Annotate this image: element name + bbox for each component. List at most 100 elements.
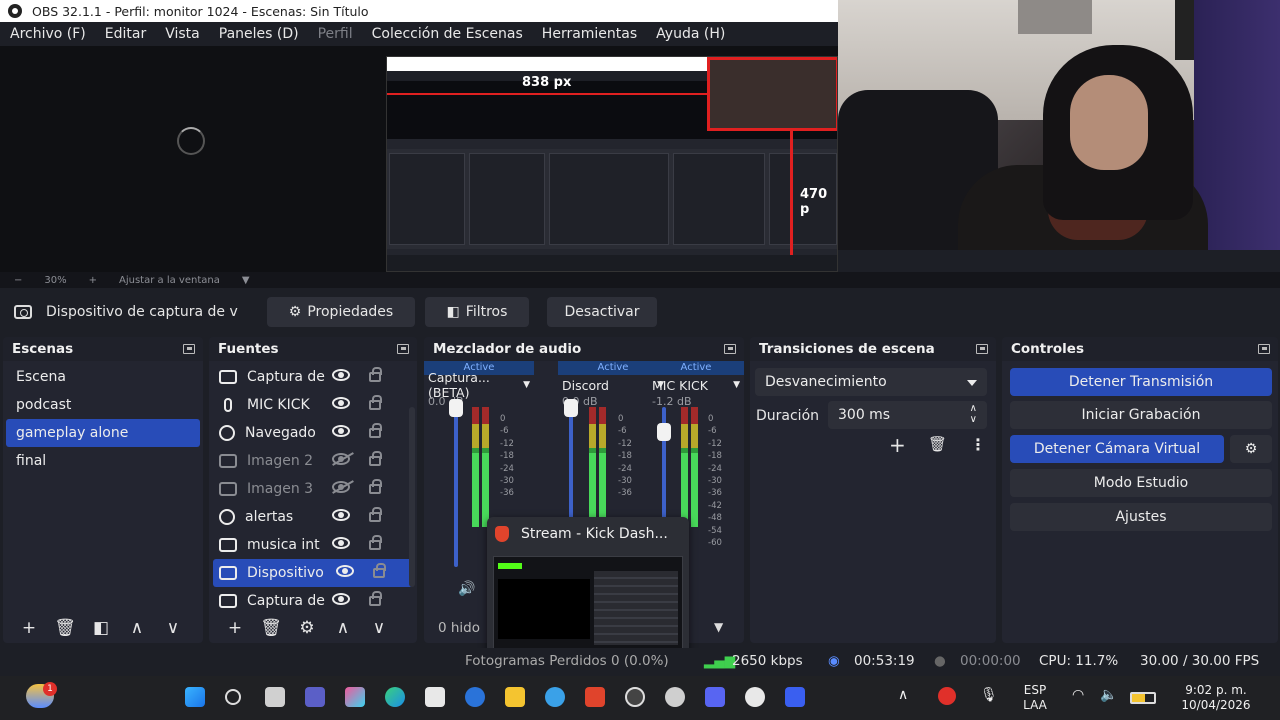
preview-canvas[interactable]: 838 px 470 p [0,46,838,272]
wifi-icon[interactable]: ◠ [1072,688,1084,703]
virtual-camera-settings-button[interactable]: ⚙ [1230,435,1272,463]
microphone-icon[interactable]: 🎙 [980,688,998,703]
transition-type-select[interactable]: Desvanecimiento [755,368,987,396]
add-transition-icon[interactable]: + [889,433,906,457]
channel-name-select[interactable]: Captura... (BETA) ▼ [424,370,534,400]
eye-hidden-icon[interactable] [332,481,350,493]
source-item[interactable]: Imagen 2 [209,447,417,475]
eye-icon[interactable] [332,509,350,521]
scene-item[interactable]: podcast [3,391,203,419]
eye-hidden-icon[interactable] [332,453,350,465]
volume-fader-knob[interactable] [564,399,578,417]
zoom-in-button[interactable]: + [89,275,97,286]
volume-fader-knob[interactable] [657,423,671,441]
undock-icon[interactable] [1258,344,1270,354]
lock-icon[interactable] [369,451,382,466]
start-recording-button[interactable]: Iniciar Grabación [1010,401,1272,429]
source-item[interactable]: Navegado [209,419,417,447]
tray-app-icon[interactable] [938,687,956,705]
source-properties-icon[interactable]: ⚙ [289,618,325,638]
eye-icon[interactable] [332,537,350,549]
lock-icon[interactable] [369,395,382,410]
scene-item[interactable]: Escena [3,363,203,391]
stop-virtual-camera-button[interactable]: Detener Cámara Virtual [1010,435,1224,463]
eye-icon[interactable] [332,369,350,381]
zoom-out-button[interactable]: − [14,275,22,286]
menu-coleccion-escenas[interactable]: Colección de Escenas [372,26,523,42]
settings-button[interactable]: Ajustes [1010,503,1272,531]
clock[interactable]: 9:02 p. m. 10/04/2026 [1178,683,1254,713]
move-down-icon[interactable]: ∨ [155,618,191,638]
media-player-icon[interactable] [745,687,765,707]
source-item[interactable]: alertas [209,503,417,531]
spin-arrows-icon[interactable]: ∧ ∨ [970,403,977,425]
duration-spinbox[interactable]: 300 ms ∧ ∨ [828,401,987,429]
studio-mode-button[interactable]: Modo Estudio [1010,469,1272,497]
teams-icon[interactable] [305,687,325,707]
filters-button[interactable]: ◧ Filtros [425,297,529,327]
source-item[interactable]: Imagen 3 [209,475,417,503]
app-icon[interactable] [785,687,805,707]
edge-icon[interactable] [385,687,405,707]
source-item[interactable]: Captura de [209,363,417,391]
menu-perfil[interactable]: Perfil [318,26,353,42]
brave-icon[interactable] [585,687,605,707]
language-indicator[interactable]: ESP LAA [1020,683,1050,713]
lock-icon[interactable] [369,479,382,494]
more-options-icon[interactable]: ⋮ [970,435,986,454]
file-explorer-icon[interactable] [505,687,525,707]
remove-scene-icon[interactable]: 🗑 [47,618,83,638]
lock-icon[interactable] [369,423,382,438]
move-up-icon[interactable]: ∧ [325,618,361,638]
menu-paneles[interactable]: Paneles (D) [219,26,299,42]
remove-transition-icon[interactable]: 🗑 [928,435,947,453]
lock-icon[interactable] [373,563,386,578]
hp-icon[interactable] [465,687,485,707]
copilot-icon[interactable] [345,687,365,707]
menu-editar[interactable]: Editar [105,26,146,42]
start-icon[interactable] [185,687,205,707]
lock-icon[interactable] [369,535,382,550]
stop-stream-button[interactable]: Detener Transmisión [1010,368,1272,396]
move-up-icon[interactable]: ∧ [119,618,155,638]
source-item[interactable]: musica int [209,531,417,559]
add-source-icon[interactable]: + [217,618,253,638]
source-item[interactable]: MIC KICK [209,391,417,419]
chevron-down-icon[interactable]: ▼ [242,275,250,286]
fit-window-select[interactable]: Ajustar a la ventana [119,275,220,286]
discord-icon[interactable] [705,687,725,707]
mixer-menu-chevron-icon[interactable]: ▼ [714,620,723,634]
add-scene-icon[interactable]: + [11,618,47,638]
menu-vista[interactable]: Vista [165,26,200,42]
channel-name-select[interactable]: MIC KICK ▼ [648,375,744,395]
eye-icon[interactable] [332,397,350,409]
store-icon[interactable] [425,687,445,707]
window-thumbnail[interactable] [493,556,683,652]
lock-icon[interactable] [369,507,382,522]
scene-filters-icon[interactable]: ◧ [83,618,119,638]
task-view-icon[interactable] [265,687,285,707]
eye-icon[interactable] [332,593,350,605]
obs-icon[interactable] [625,687,645,707]
search-icon[interactable] [225,689,241,705]
lock-icon[interactable] [369,367,382,382]
deactivate-button[interactable]: Desactivar [547,297,657,327]
menu-ayuda[interactable]: Ayuda (H) [656,26,725,42]
eye-icon[interactable] [336,565,354,577]
eye-icon[interactable] [332,425,350,437]
menu-herramientas[interactable]: Herramientas [542,26,637,42]
source-item-selected[interactable]: Dispositivo [213,559,413,587]
undock-icon[interactable] [397,344,409,354]
taskbar-preview-popup[interactable]: Stream - Kick Dash... [487,517,689,658]
sources-scrollbar[interactable] [409,407,415,587]
battery-icon[interactable] [1130,692,1156,704]
volume-fader-track[interactable] [454,407,458,567]
speaker-icon[interactable]: 🔊 [458,581,475,597]
app-icon[interactable] [665,687,685,707]
remove-source-icon[interactable]: 🗑 [253,618,289,638]
menu-archivo[interactable]: Archivo (F) [10,26,86,42]
chevron-up-icon[interactable]: ∧ [898,688,908,703]
properties-button[interactable]: ⚙ Propiedades [267,297,415,327]
lock-icon[interactable] [369,591,382,606]
volume-icon[interactable]: 🔈 [1100,688,1117,703]
